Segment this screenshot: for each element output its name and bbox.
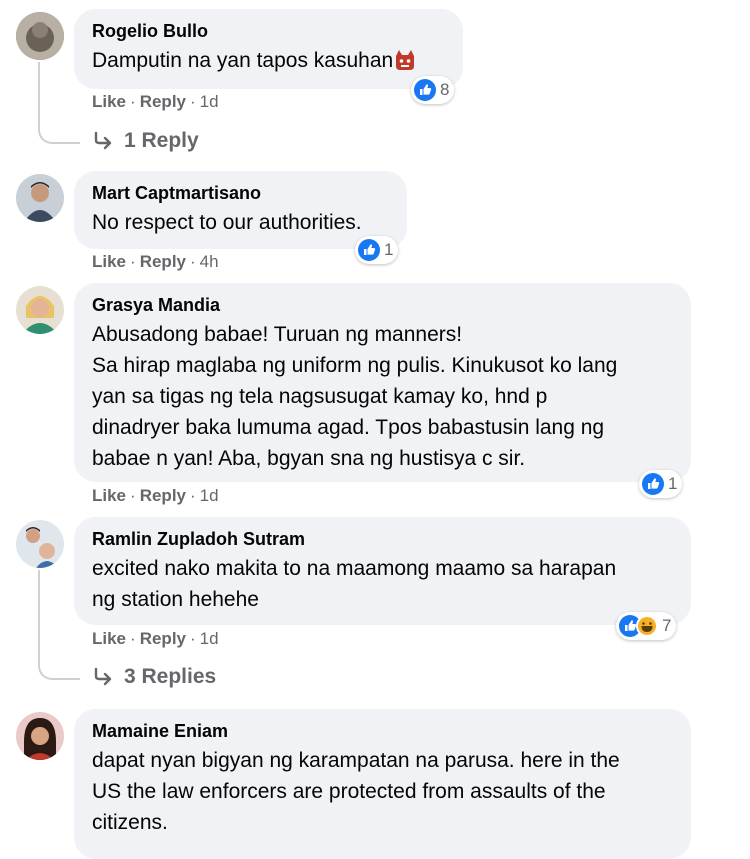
avatar-rogelio-bullo[interactable] bbox=[16, 12, 64, 60]
thread-connector bbox=[38, 570, 80, 680]
comment-line: ng station hehehe bbox=[92, 588, 259, 611]
comment-text: No respect to our authorities. bbox=[92, 207, 362, 238]
avatar-ramlin-zupladoh-sutram[interactable] bbox=[16, 520, 64, 568]
view-replies-link[interactable]: 1 Reply bbox=[92, 129, 199, 153]
like-link[interactable]: Like bbox=[92, 629, 126, 648]
reply-link[interactable]: Reply bbox=[140, 486, 186, 505]
comment-line: dapat nyan bigyan ng karampatan na parus… bbox=[92, 749, 620, 772]
thread-connector bbox=[38, 62, 80, 144]
comment-text: dapat nyan bigyan ng karampatan na parus… bbox=[92, 745, 620, 838]
reply-link[interactable]: Reply bbox=[140, 92, 186, 111]
comment-line: yan sa tigas ng tela nagsusugat kamay ko… bbox=[92, 385, 548, 408]
comment-bubble: Ramlin Zupladoh Sutram excited nako maki… bbox=[74, 517, 691, 625]
avatar-mart-captmartisano[interactable] bbox=[16, 174, 64, 222]
like-icon bbox=[642, 473, 664, 495]
comment-time[interactable]: 4h bbox=[200, 252, 219, 271]
avatar-mamaine-eniam[interactable] bbox=[16, 712, 64, 760]
comment-bubble: Rogelio Bullo Damputin na yan tapos kasu… bbox=[74, 9, 463, 89]
reply-arrow-icon bbox=[94, 667, 112, 686]
comment-author[interactable]: Ramlin Zupladoh Sutram bbox=[92, 529, 305, 550]
haha-icon bbox=[636, 615, 658, 637]
comment-line: Abusadong babae! Turuan ng manners! bbox=[92, 323, 463, 346]
comment-author[interactable]: Mamaine Eniam bbox=[92, 721, 228, 742]
reply-link[interactable]: Reply bbox=[140, 252, 186, 271]
reaction-count: 7 bbox=[662, 616, 672, 635]
comment-text: Damputin na yan tapos kasuhan bbox=[92, 45, 416, 76]
like-link[interactable]: Like bbox=[92, 486, 126, 505]
comment-time[interactable]: 1d bbox=[200, 629, 219, 648]
comment-author[interactable]: Rogelio Bullo bbox=[92, 21, 208, 42]
comment-time[interactable]: 1d bbox=[200, 92, 219, 111]
comment-bubble: Grasya Mandia Abusadong babae! Turuan ng… bbox=[74, 283, 691, 482]
like-icon bbox=[358, 239, 380, 261]
reaction-summary[interactable]: 7 bbox=[616, 612, 677, 640]
like-link[interactable]: Like bbox=[92, 252, 126, 271]
reaction-count: 1 bbox=[668, 474, 678, 493]
comment-line: US the law enforcers are protected from … bbox=[92, 780, 606, 803]
reply-arrow-icon bbox=[94, 131, 112, 150]
comment-text: Abusadong babae! Turuan ng manners! Sa h… bbox=[92, 319, 617, 474]
like-link[interactable]: Like bbox=[92, 92, 126, 111]
reaction-count: 8 bbox=[440, 80, 450, 99]
comment-actions: Like · Reply · 1d bbox=[92, 92, 219, 111]
comment-line: No respect to our authorities. bbox=[92, 211, 362, 234]
avatar-grasya-mandia[interactable] bbox=[16, 286, 64, 334]
comment-text: excited nako makita to na maamong maamo … bbox=[92, 553, 616, 615]
replies-count-label: 3 Replies bbox=[124, 665, 217, 688]
reaction-count: 1 bbox=[384, 240, 394, 259]
comment-line: excited nako makita to na maamong maamo … bbox=[92, 557, 617, 580]
comment-actions: Like · Reply · 1d bbox=[92, 629, 219, 648]
angry-face-emoji-icon bbox=[394, 48, 416, 70]
comment-author[interactable]: Grasya Mandia bbox=[92, 295, 220, 316]
view-replies-link[interactable]: 3 Replies bbox=[92, 665, 216, 689]
comment-actions: Like · Reply · 4h bbox=[92, 252, 219, 271]
comment-time[interactable]: 1d bbox=[200, 486, 219, 505]
comment-bubble: Mart Captmartisano No respect to our aut… bbox=[74, 171, 407, 249]
reply-link[interactable]: Reply bbox=[140, 629, 186, 648]
comment-line: Damputin na yan tapos kasuhan bbox=[92, 49, 394, 72]
comment-line: babae n yan! Aba, bgyan sna ng hustisya … bbox=[92, 447, 526, 470]
comment-actions: Like · Reply · 1d bbox=[92, 486, 219, 505]
reaction-summary[interactable]: 1 bbox=[355, 236, 399, 264]
comment-line: citizens. bbox=[92, 811, 168, 834]
reaction-summary[interactable]: 1 bbox=[639, 470, 683, 498]
replies-count-label: 1 Reply bbox=[124, 129, 199, 152]
like-icon bbox=[414, 79, 436, 101]
reaction-summary[interactable]: 8 bbox=[411, 76, 455, 104]
comment-line: Sa hirap maglaba ng uniform ng pulis. Ki… bbox=[92, 354, 618, 377]
comment-author[interactable]: Mart Captmartisano bbox=[92, 183, 261, 204]
comment-line: dinadryer baka lumuma agad. Tpos babastu… bbox=[92, 416, 605, 439]
